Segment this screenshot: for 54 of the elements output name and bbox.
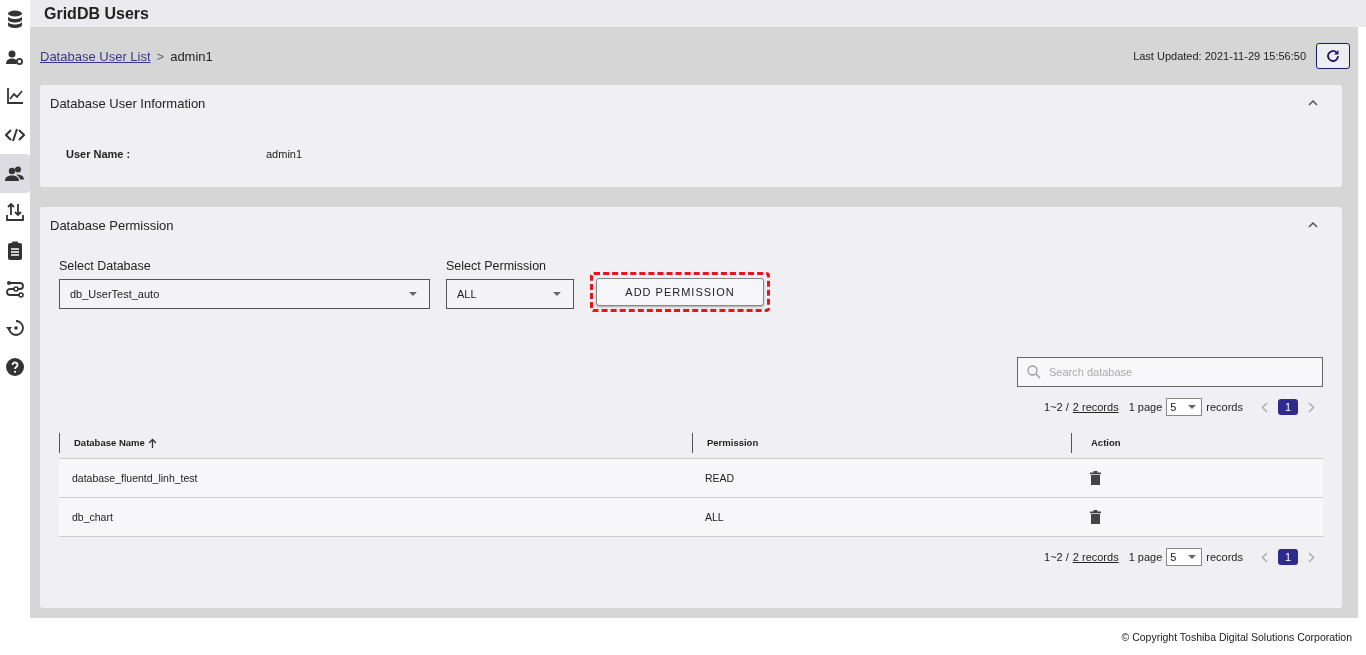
sort-arrow-icon[interactable] xyxy=(147,437,157,448)
delete-icon[interactable] xyxy=(1090,510,1101,524)
collapse-chevron-icon[interactable] xyxy=(1308,222,1318,228)
users-icon xyxy=(5,165,25,182)
current-page-button[interactable]: 1 xyxy=(1278,549,1298,565)
column-header[interactable]: Permission xyxy=(707,437,759,448)
total-records-link[interactable]: 2 records xyxy=(1072,401,1119,413)
card-title: Database Permission xyxy=(50,217,174,233)
search-field[interactable]: Search database xyxy=(1017,357,1323,387)
restore-icon xyxy=(5,319,25,338)
last-updated-text: Last Updated: 2021-11-29 15:56:50 xyxy=(1133,50,1306,62)
card-title: Database User Information xyxy=(50,95,206,111)
field-label: Select Database xyxy=(59,259,152,273)
refresh-icon xyxy=(1326,49,1340,63)
column-header[interactable]: Action xyxy=(1091,437,1121,448)
table-cell: db_chart xyxy=(72,511,113,523)
permission-select[interactable]: ALL xyxy=(446,279,574,309)
table-cell: database_fluentd_linh_test xyxy=(72,472,198,484)
search-icon xyxy=(1027,365,1041,379)
breadcrumb-separator: > xyxy=(156,48,165,64)
breadcrumb-link[interactable]: Database User List xyxy=(40,48,151,64)
records-label: records xyxy=(1206,401,1243,413)
field-label: User Name : xyxy=(66,148,132,160)
field-label: Select Permission xyxy=(446,259,548,273)
per-page-label: 1 page xyxy=(1128,551,1163,563)
breadcrumb-current: admin1 xyxy=(170,48,213,64)
table-cell: READ xyxy=(705,472,735,484)
help-icon xyxy=(6,357,24,376)
per-page-select[interactable]: 5 xyxy=(1166,548,1203,566)
database-icon xyxy=(7,10,23,29)
per-page-label: 1 page xyxy=(1128,401,1163,413)
import-export-icon xyxy=(6,202,24,223)
total-records-link[interactable]: 2 records xyxy=(1072,551,1119,563)
route-icon xyxy=(6,280,24,299)
line-chart-icon xyxy=(6,87,24,106)
collapse-chevron-icon[interactable] xyxy=(1308,100,1318,106)
user-settings-icon xyxy=(6,49,24,66)
copyright-text: © Copyright Toshiba Digital Solutions Corporation xyxy=(1121,630,1352,643)
records-range-text: 1~2 / xyxy=(1044,401,1069,413)
clipboard-icon xyxy=(7,240,23,261)
field-value: admin1 xyxy=(266,148,303,160)
current-page-button[interactable]: 1 xyxy=(1278,399,1298,415)
code-icon xyxy=(5,128,25,143)
records-range-text: 1~2 / xyxy=(1044,551,1069,563)
table-cell: ALL xyxy=(705,511,724,523)
records-label: records xyxy=(1206,551,1243,563)
sidebar-item[interactable] xyxy=(0,154,30,193)
refresh-button[interactable] xyxy=(1316,43,1350,69)
per-page-select[interactable]: 5 xyxy=(1166,398,1203,416)
column-header[interactable]: Database Name xyxy=(74,437,145,448)
page-title: GridDB Users xyxy=(44,4,149,23)
delete-icon[interactable] xyxy=(1090,471,1101,485)
add-permission-button[interactable]: ADD PERMISSION xyxy=(596,278,764,306)
database-select[interactable]: db_UserTest_auto xyxy=(59,279,430,309)
